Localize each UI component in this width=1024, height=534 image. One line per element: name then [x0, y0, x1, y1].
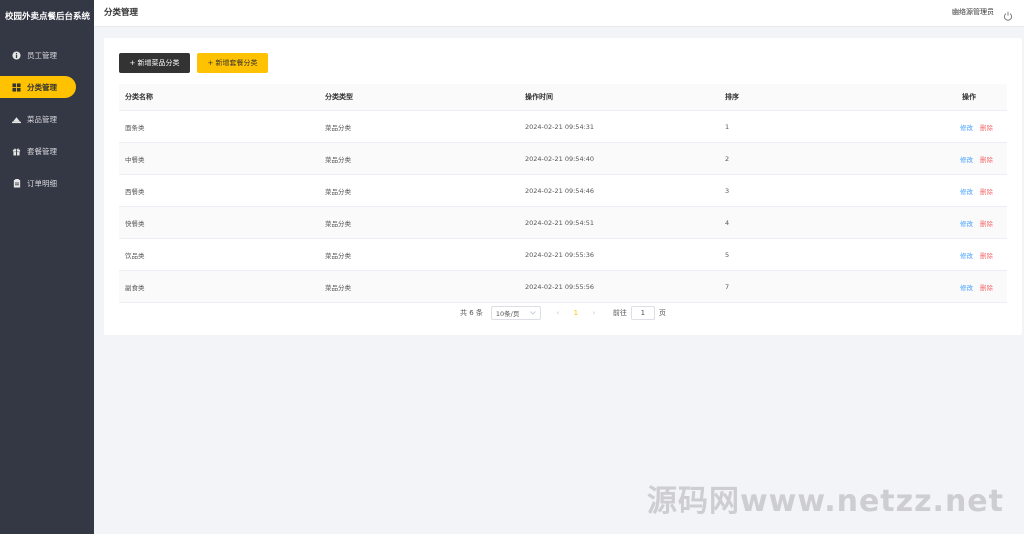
- edit-link[interactable]: 修改: [960, 156, 973, 164]
- edit-link[interactable]: 修改: [960, 124, 973, 132]
- gift-icon: [12, 147, 21, 156]
- sidebar-menu: 员工管理 分类管理 菜品管理 套餐管理 订单明细: [0, 44, 94, 194]
- sidebar-item-label: 菜品管理: [27, 114, 57, 124]
- power-icon[interactable]: [1003, 6, 1013, 21]
- cell-actions: 修改 删除: [921, 206, 1007, 239]
- sidebar-item-categories[interactable]: 分类管理: [0, 76, 76, 98]
- current-user[interactable]: 幽络源管理员: [952, 7, 994, 17]
- sidebar-item-label: 员工管理: [27, 50, 57, 60]
- sidebar: 校园外卖点餐后台系统 员工管理 分类管理 菜品管理 套餐管理 订单明细: [0, 0, 94, 534]
- sidebar-item-dishes[interactable]: 菜品管理: [0, 108, 94, 130]
- sidebar-item-combos[interactable]: 套餐管理: [0, 140, 94, 162]
- cell-type: 菜品分类: [321, 238, 521, 271]
- goto-label: 前往: [612, 309, 627, 317]
- table-row: 快餐类 菜品分类 2024-02-21 09:54:51 4 修改 删除: [119, 206, 1007, 239]
- sidebar-item-label: 套餐管理: [27, 146, 57, 156]
- table-header-row: 分类名称 分类类型 操作时间 排序 操作: [119, 84, 1007, 111]
- clipboard-icon: [12, 178, 21, 188]
- page-number[interactable]: 1: [567, 309, 585, 317]
- edit-link[interactable]: 修改: [960, 284, 973, 292]
- add-dish-category-button[interactable]: + 新增菜品分类: [119, 53, 190, 73]
- cell-sort: 1: [721, 110, 921, 143]
- cell-sort: 5: [721, 238, 921, 271]
- chevron-left-icon[interactable]: ‹: [549, 309, 567, 317]
- category-card: + 新增菜品分类 + 新增套餐分类 分类名称 分类类型 操作时间 排序 操作 面…: [104, 38, 1022, 335]
- chevron-right-icon[interactable]: ›: [585, 309, 603, 317]
- column-header-time: 操作时间: [521, 84, 721, 111]
- table-row: 中餐类 菜品分类 2024-02-21 09:54:40 2 修改 删除: [119, 142, 1007, 175]
- edit-link[interactable]: 修改: [960, 220, 973, 228]
- cell-actions: 修改 删除: [921, 142, 1007, 175]
- cell-sort: 3: [721, 174, 921, 207]
- table-row: 西餐类 菜品分类 2024-02-21 09:54:46 3 修改 删除: [119, 174, 1007, 207]
- cell-name: 副食类: [119, 270, 321, 303]
- delete-link[interactable]: 删除: [980, 220, 993, 228]
- cell-name: 快餐类: [119, 206, 321, 239]
- column-header-type: 分类类型: [321, 84, 521, 111]
- watermark: 源码网www.netzz.net: [646, 484, 1004, 519]
- sidebar-item-orders[interactable]: 订单明细: [0, 172, 94, 194]
- chevron-down-icon: [530, 309, 536, 317]
- goto-suffix: 页: [658, 309, 666, 317]
- sidebar-item-label: 订单明细: [27, 178, 57, 188]
- cell-time: 2024-02-21 09:54:51: [521, 206, 721, 239]
- delete-link[interactable]: 删除: [980, 124, 993, 132]
- cell-actions: 修改 删除: [921, 110, 1007, 143]
- column-header-sort: 排序: [721, 84, 921, 111]
- grid-icon: [12, 82, 21, 92]
- cell-actions: 修改 删除: [921, 238, 1007, 271]
- cell-name: 中餐类: [119, 142, 321, 175]
- page-size-select[interactable]: 10条/页: [490, 306, 541, 320]
- dish-icon: [12, 115, 21, 124]
- table-row: 面条类 菜品分类 2024-02-21 09:54:31 1 修改 删除: [119, 110, 1007, 143]
- cell-sort: 2: [721, 142, 921, 175]
- column-header-name: 分类名称: [119, 84, 321, 111]
- info-circle-icon: [12, 50, 21, 60]
- cell-time: 2024-02-21 09:54:46: [521, 174, 721, 207]
- top-header: 分类管理 幽络源管理员: [94, 0, 1024, 27]
- app-title: 校园外卖点餐后台系统: [5, 12, 91, 22]
- table-row: 饮品类 菜品分类 2024-02-21 09:55:36 5 修改 删除: [119, 238, 1007, 271]
- cell-name: 面条类: [119, 110, 321, 143]
- cell-type: 菜品分类: [321, 270, 521, 303]
- cell-time: 2024-02-21 09:55:36: [521, 238, 721, 271]
- page-title: 分类管理: [104, 8, 139, 18]
- page-size-value: 10条/页: [495, 310, 520, 318]
- cell-type: 菜品分类: [321, 206, 521, 239]
- delete-link[interactable]: 删除: [980, 284, 993, 292]
- column-header-actions: 操作: [921, 84, 1007, 111]
- cell-type: 菜品分类: [321, 110, 521, 143]
- delete-link[interactable]: 删除: [980, 188, 993, 196]
- cell-time: 2024-02-21 09:55:56: [521, 270, 721, 303]
- sidebar-item-label: 分类管理: [27, 82, 57, 92]
- pagination: 共 6 条 10条/页 ‹ 1 › 前往 1 页: [460, 305, 666, 321]
- cell-time: 2024-02-21 09:54:31: [521, 110, 721, 143]
- edit-link[interactable]: 修改: [960, 252, 973, 260]
- goto-page: 前往 1 页: [613, 306, 666, 320]
- cell-actions: 修改 删除: [921, 174, 1007, 207]
- cell-name: 西餐类: [119, 174, 321, 207]
- pagination-total: 共 6 条: [460, 309, 483, 317]
- sidebar-item-employees[interactable]: 员工管理: [0, 44, 94, 66]
- cell-actions: 修改 删除: [921, 270, 1007, 303]
- table-row: 副食类 菜品分类 2024-02-21 09:55:56 7 修改 删除: [119, 270, 1007, 303]
- goto-page-input[interactable]: 1: [630, 306, 655, 320]
- delete-link[interactable]: 删除: [980, 252, 993, 260]
- cell-type: 菜品分类: [321, 174, 521, 207]
- cell-sort: 7: [721, 270, 921, 303]
- cell-sort: 4: [721, 206, 921, 239]
- add-combo-category-button[interactable]: + 新增套餐分类: [197, 53, 268, 73]
- edit-link[interactable]: 修改: [960, 188, 973, 196]
- cell-time: 2024-02-21 09:54:40: [521, 142, 721, 175]
- category-table: 分类名称 分类类型 操作时间 排序 操作 面条类 菜品分类 2024-02-21…: [119, 84, 1007, 303]
- cell-name: 饮品类: [119, 238, 321, 271]
- delete-link[interactable]: 删除: [980, 156, 993, 164]
- cell-type: 菜品分类: [321, 142, 521, 175]
